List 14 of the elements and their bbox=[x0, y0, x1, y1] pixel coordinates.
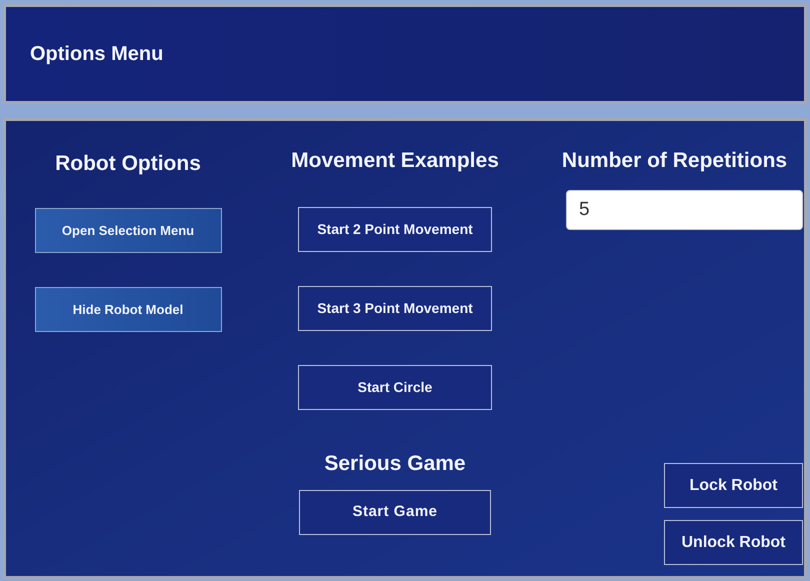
action-button[interactable]: Unlock Robot bbox=[664, 520, 803, 565]
action-button[interactable]: Start Game bbox=[299, 490, 491, 535]
section-heading: Serious Game bbox=[324, 451, 466, 477]
header-title: Options Menu bbox=[30, 42, 164, 67]
action-button[interactable]: Open Selection Menu bbox=[34, 208, 222, 253]
section-heading: Movement Examples bbox=[291, 148, 499, 174]
action-button[interactable]: Start 2 Point Movement bbox=[298, 207, 492, 252]
action-button[interactable]: Lock Robot bbox=[664, 463, 803, 508]
action-button[interactable]: Start Circle bbox=[298, 365, 492, 410]
action-button[interactable]: Start 3 Point Movement bbox=[298, 286, 492, 331]
section-heading: Number of Repetitions bbox=[562, 148, 788, 174]
repetitions-field[interactable]: 5 bbox=[566, 190, 803, 230]
action-button[interactable]: Hide Robot Model bbox=[34, 287, 222, 332]
section-heading: Robot Options bbox=[55, 151, 201, 177]
